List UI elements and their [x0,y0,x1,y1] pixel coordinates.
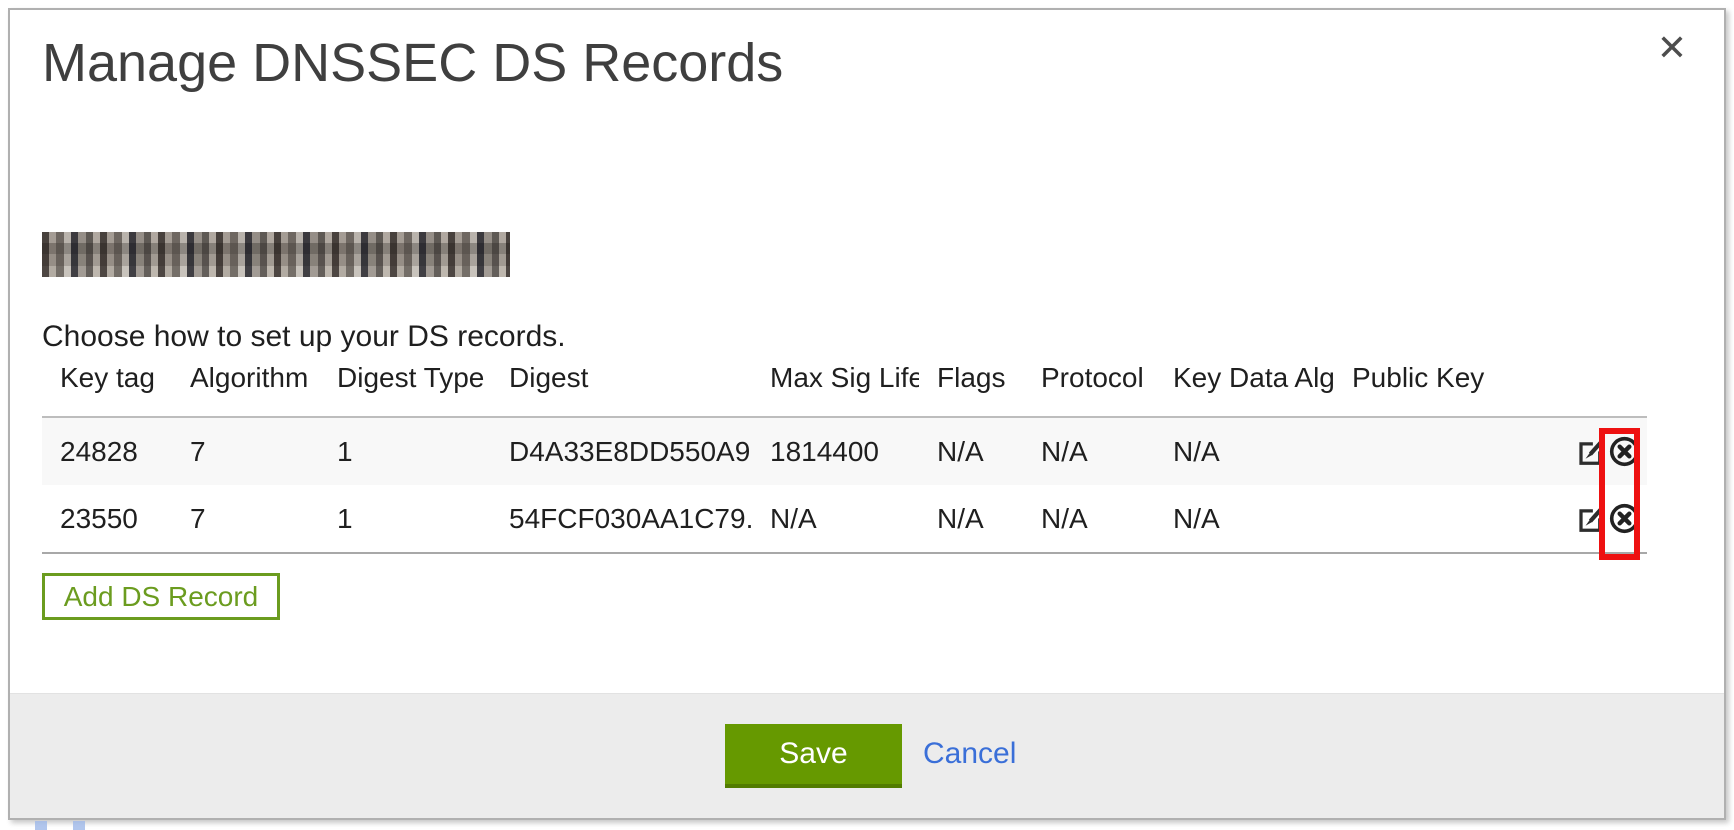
cell-public-key [1334,417,1544,485]
manage-dnssec-dialog: Manage DNSSEC DS Records ✕ Choose how to… [8,8,1726,820]
delete-record-icon[interactable] [1608,435,1641,468]
col-header-public-key: Public Key [1334,347,1544,417]
cell-key-data-alg: N/A [1155,485,1334,553]
cell-max-sig-life: N/A [752,485,919,553]
col-header-algorithm: Algorithm [172,347,319,417]
domain-name-redacted [42,232,510,277]
col-header-digest-type: Digest Type [319,347,491,417]
col-header-flags: Flags [919,347,1023,417]
col-header-key-data-alg: Key Data Alg [1155,347,1334,417]
cell-public-key [1334,485,1544,553]
cell-algorithm: 7 [172,417,319,485]
cell-key-data-alg: N/A [1155,417,1334,485]
cell-digest-type: 1 [319,417,491,485]
ds-records-table: Key tag Algorithm Digest Type Digest Max… [42,347,1647,554]
col-header-protocol: Protocol [1023,347,1155,417]
dialog-footer: Save Cancel [10,693,1724,818]
save-button[interactable]: Save [725,724,902,788]
cell-key-tag: 24828 [42,417,172,485]
cancel-link[interactable]: Cancel [923,737,1016,771]
table-header-row: Key tag Algorithm Digest Type Digest Max… [42,347,1647,417]
cell-key-tag: 23550 [42,485,172,553]
col-header-actions [1544,347,1647,417]
edit-record-icon[interactable] [1576,504,1606,534]
cell-flags: N/A [919,485,1023,553]
cell-protocol: N/A [1023,417,1155,485]
col-header-key-tag: Key tag [42,347,172,417]
col-header-digest: Digest [491,347,752,417]
edit-record-icon[interactable] [1576,437,1606,467]
close-icon[interactable]: ✕ [1648,24,1696,72]
cell-algorithm: 7 [172,485,319,553]
background-page-artifact [35,821,165,830]
cell-protocol: N/A [1023,485,1155,553]
ds-records-table-wrap: Key tag Algorithm Digest Type Digest Max… [42,347,1647,554]
col-header-max-sig-life: Max Sig Life [752,347,919,417]
add-ds-record-button[interactable]: Add DS Record [42,573,280,620]
table-row: 23550 7 1 54FCF030AA1C79... N/A N/A N/A … [42,485,1647,553]
cell-digest: 54FCF030AA1C79... [491,485,752,553]
cell-digest-type: 1 [319,485,491,553]
delete-record-icon[interactable] [1608,502,1641,535]
cell-max-sig-life: 1814400 [752,417,919,485]
page-title: Manage DNSSEC DS Records [42,32,783,94]
table-row: 24828 7 1 D4A33E8DD550A9... 1814400 N/A … [42,417,1647,485]
cell-digest: D4A33E8DD550A9... [491,417,752,485]
cell-flags: N/A [919,417,1023,485]
